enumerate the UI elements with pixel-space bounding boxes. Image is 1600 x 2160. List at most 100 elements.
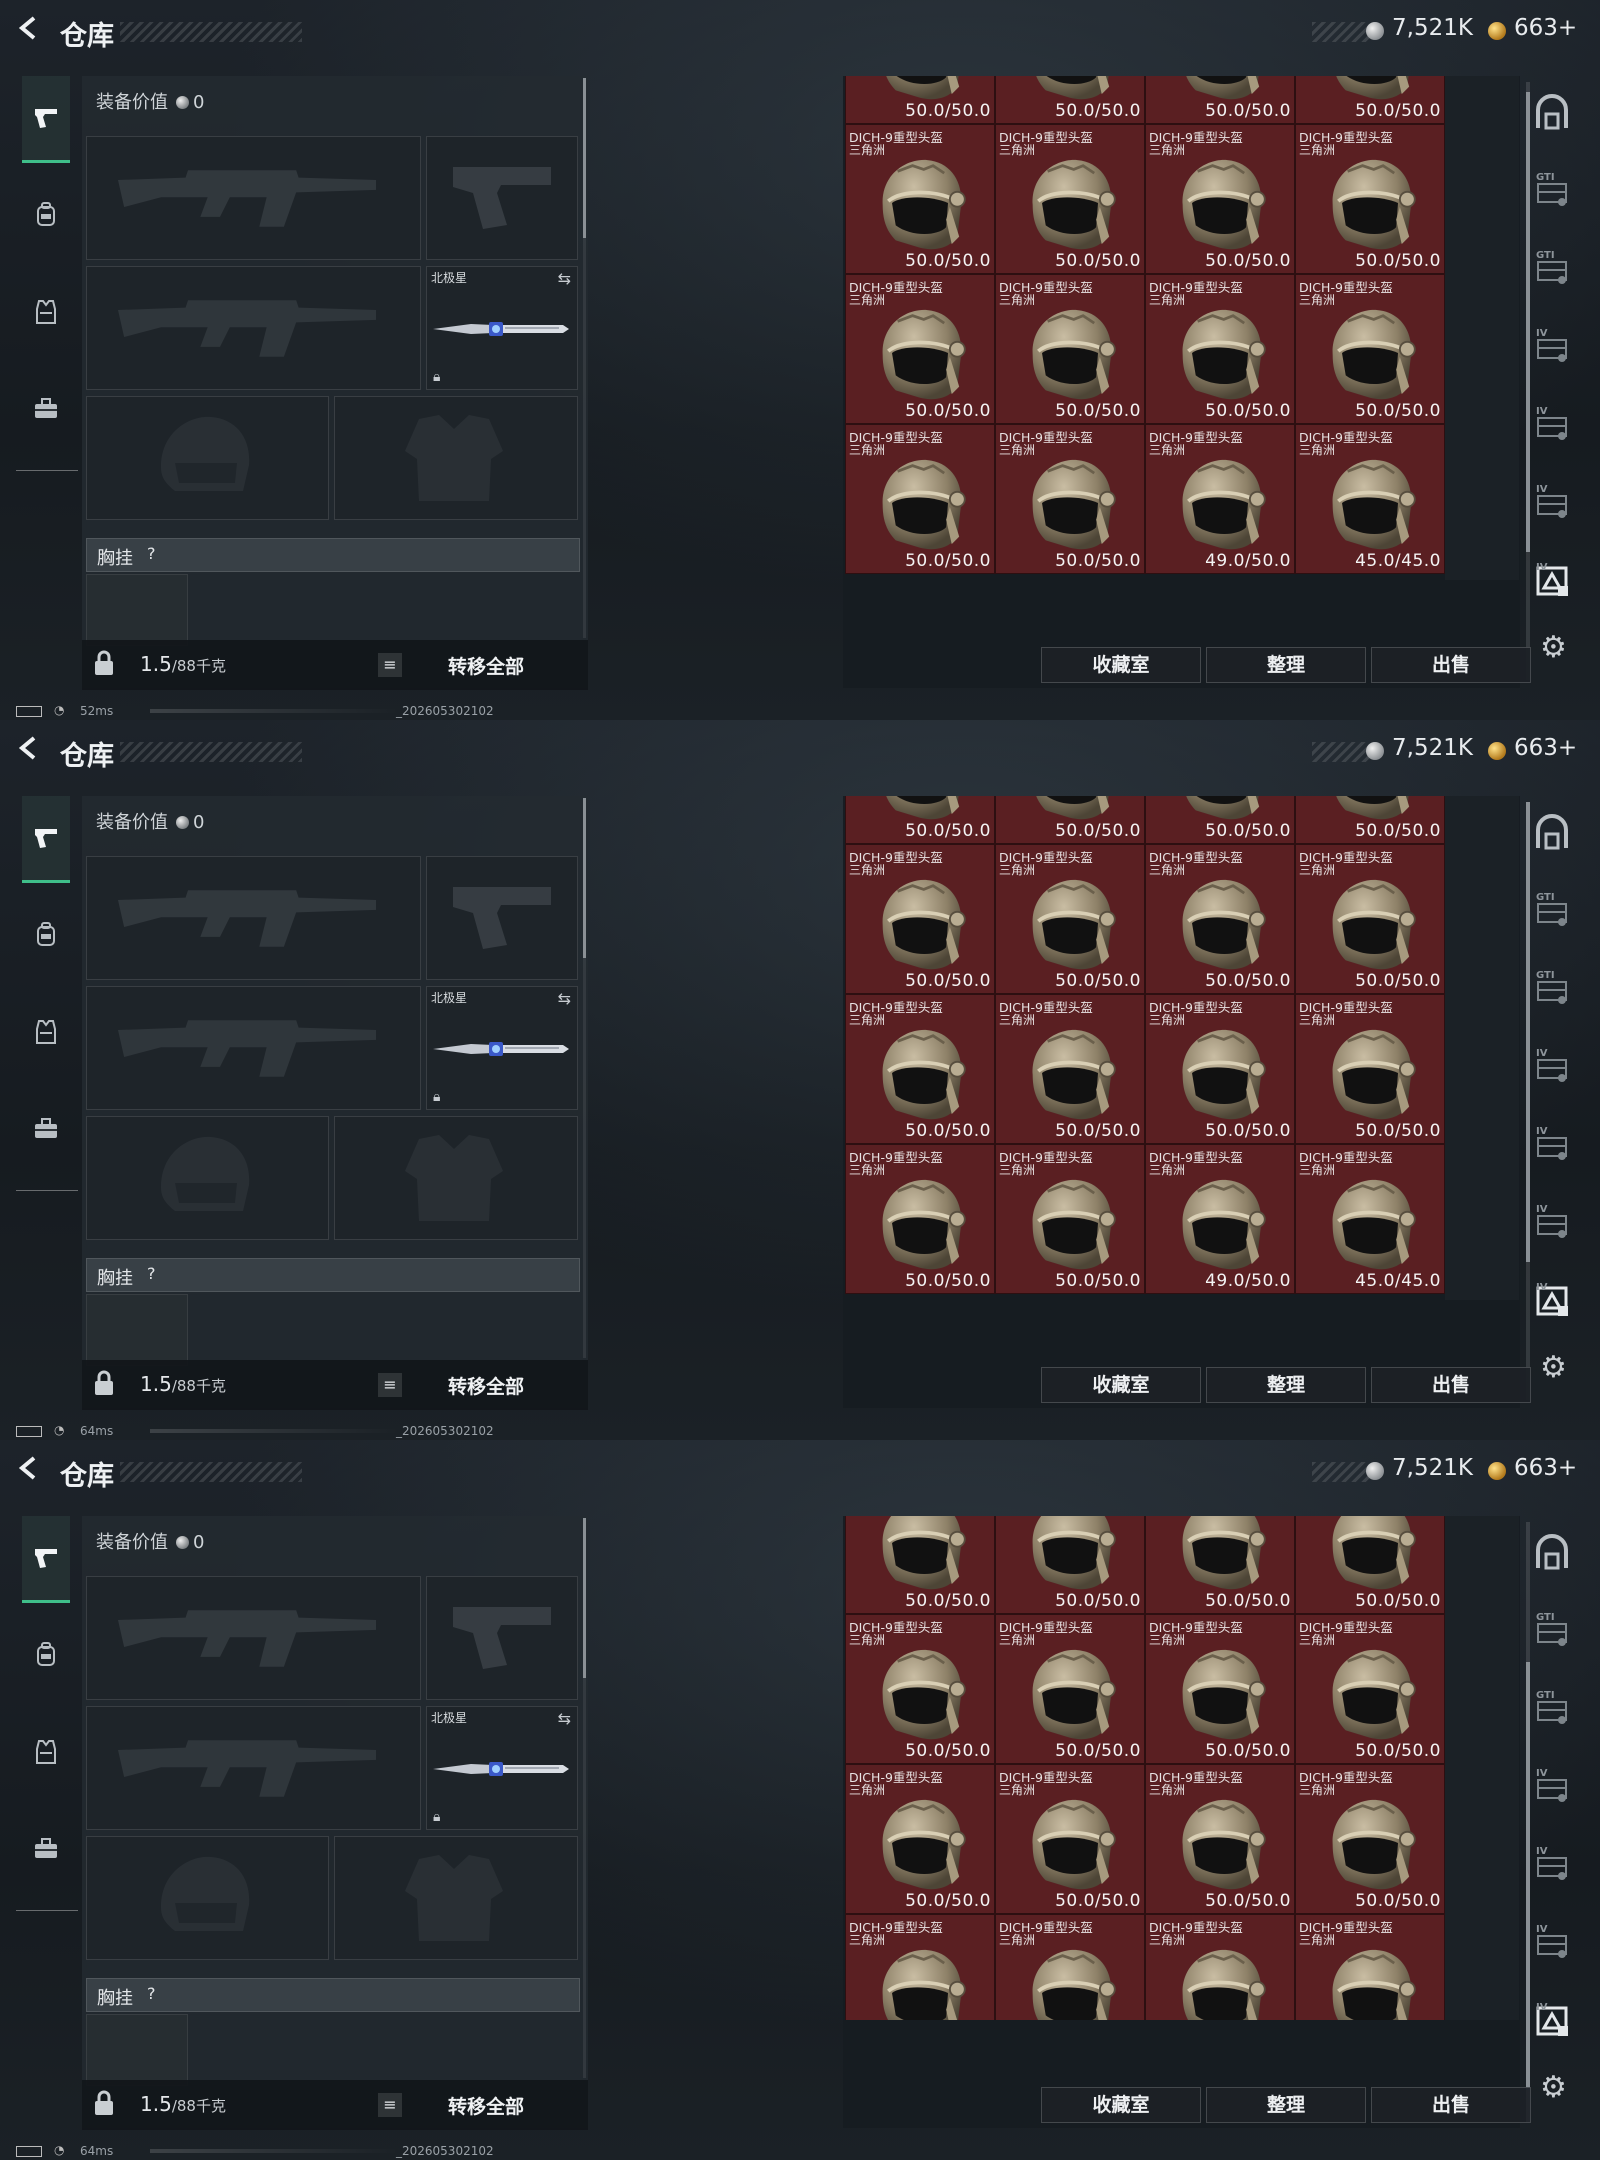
transfer-all-button[interactable]: 转移全部 <box>448 2092 524 2119</box>
helmet-slot[interactable] <box>86 1836 329 1960</box>
rail-tab-toolbox[interactable] <box>22 1087 70 1171</box>
chest-rig-header[interactable]: 胸挂 ? <box>86 538 580 572</box>
gold-currency-amount[interactable]: 663+ <box>1514 1455 1577 1481</box>
settings-gear-icon[interactable]: ⚙ <box>1540 2070 1567 2105</box>
stash-item-helmet[interactable]: DICH-9重型头盔 三角洲 49.0/50.0 <box>1145 1144 1295 1294</box>
rail-tab-vest[interactable] <box>22 1710 70 1794</box>
stash-item-helmet[interactable]: DICH-9重型头盔 三角洲 50.0/50.0 <box>1295 844 1445 994</box>
organize-button[interactable]: 整理 <box>1206 2087 1366 2123</box>
stash-item-helmet[interactable]: 50.0/50.0 <box>845 76 995 124</box>
iv-tab-2-icon[interactable]: IV <box>1532 404 1578 450</box>
helmet-slot[interactable] <box>86 396 329 520</box>
stash-item-helmet[interactable]: 50.0/50.0 <box>1295 76 1445 124</box>
sell-button[interactable]: 出售 <box>1371 1367 1531 1403</box>
rail-tab-vest[interactable] <box>22 990 70 1074</box>
stash-item-helmet[interactable]: DICH-9重型头盔 三角洲 50.0/50.0 <box>995 994 1145 1144</box>
collection-room-button[interactable]: 收藏室 <box>1041 2087 1201 2123</box>
back-arrow-icon[interactable] <box>14 734 44 764</box>
stash-item-helmet[interactable]: 50.0/50.0 <box>995 796 1145 844</box>
add-container-icon[interactable]: IV <box>1532 1280 1578 1326</box>
stash-scroll-thumb[interactable] <box>1526 92 1530 552</box>
secondary-weapon-slot[interactable] <box>86 986 421 1110</box>
stash-item-helmet[interactable]: DICH-9重型头盔 三角洲 50.0/50.0 <box>845 274 995 424</box>
stash-item-helmet[interactable]: DICH-9重型头盔 三角洲 50.0/50.0 <box>1145 1614 1295 1764</box>
list-icon[interactable]: ≡ <box>378 653 402 677</box>
stash-item-helmet[interactable]: DICH-9重型头盔 三角洲 50.0/50.0 <box>1145 274 1295 424</box>
organize-button[interactable]: 整理 <box>1206 1367 1366 1403</box>
stash-scroll-thumb[interactable] <box>1526 802 1530 1262</box>
stash-item-helmet[interactable]: 50.0/50.0 <box>1295 796 1445 844</box>
chest-rig-slot[interactable] <box>86 574 188 646</box>
iv-tab-1-icon[interactable]: IV <box>1532 326 1578 372</box>
gti-tab-1-icon[interactable]: GTI <box>1532 1610 1578 1656</box>
stash-item-helmet[interactable]: DICH-9重型头盔 三角洲 50.0/50.0 <box>845 994 995 1144</box>
gti-tab-2-icon[interactable]: GTI <box>1532 248 1578 294</box>
stash-item-helmet[interactable]: DICH-9重型头盔 三角洲 50.0/50.0 <box>1295 124 1445 274</box>
stash-item-helmet[interactable]: DICH-9重型头盔 三角洲 50.0/50.0 <box>845 844 995 994</box>
stash-item-helmet[interactable]: 50.0/50.0 <box>1145 796 1295 844</box>
gti-tab-1-icon[interactable]: GTI <box>1532 890 1578 936</box>
help-icon[interactable]: ? <box>147 1264 156 1283</box>
list-icon[interactable]: ≡ <box>378 2093 402 2117</box>
gti-tab-1-icon[interactable]: GTI <box>1532 170 1578 216</box>
stash-item-helmet[interactable]: DICH-9重型头盔 三角洲 50.0/50.0 <box>1145 1764 1295 1914</box>
body-armor-slot[interactable] <box>334 396 578 520</box>
settings-gear-icon[interactable]: ⚙ <box>1540 630 1567 665</box>
iv-tab-3-icon[interactable]: IV <box>1532 1202 1578 1248</box>
secondary-weapon-slot[interactable] <box>86 1706 421 1830</box>
stash-item-helmet[interactable]: DICH-9重型头盔 三角洲 50.0/50.0 <box>1295 994 1445 1144</box>
settings-gear-icon[interactable]: ⚙ <box>1540 1350 1567 1385</box>
swap-icon[interactable]: ⇆ <box>558 269 571 288</box>
back-arrow-icon[interactable] <box>14 14 44 44</box>
stash-item-helmet[interactable]: DICH-9重型头盔 三角洲 50.0/50.0 <box>1295 1614 1445 1764</box>
transfer-all-button[interactable]: 转移全部 <box>448 652 524 679</box>
transfer-all-button[interactable]: 转移全部 <box>448 1372 524 1399</box>
iv-tab-2-icon[interactable]: IV <box>1532 1124 1578 1170</box>
sell-button[interactable]: 出售 <box>1371 2087 1531 2123</box>
pistol-slot[interactable] <box>426 856 578 980</box>
collection-room-button[interactable]: 收藏室 <box>1041 647 1201 683</box>
helmet-slot[interactable] <box>86 1116 329 1240</box>
stash-item-helmet[interactable]: 50.0/50.0 <box>1145 1516 1295 1614</box>
rail-tab-toolbox[interactable] <box>22 367 70 451</box>
stash-scrollbar[interactable] <box>1526 802 1530 1400</box>
stash-scrollbar[interactable] <box>1526 82 1530 680</box>
stash-scroll-thumb[interactable] <box>1526 1662 1530 2122</box>
iv-tab-1-icon[interactable]: IV <box>1532 1766 1578 1812</box>
stash-item-helmet[interactable]: DICH-9重型头盔 三角洲 50.0/50.0 <box>845 1144 995 1294</box>
stash-item-helmet[interactable]: DICH-9重型头盔 三角洲 50.0/50.0 <box>845 124 995 274</box>
stash-item-helmet[interactable]: DICH-9重型头盔 三角洲 50.0/50.0 <box>845 1614 995 1764</box>
stash-item-helmet[interactable]: DICH-9重型头盔 三角洲 50.0/50.0 <box>995 124 1145 274</box>
silver-currency-amount[interactable]: 7,521K <box>1392 1455 1473 1481</box>
stash-grid-empty-column[interactable] <box>1445 76 1519 580</box>
stash-item-helmet[interactable]: DICH-9重型头盔 三角洲 50.0/50.0 <box>1145 844 1295 994</box>
iv-tab-2-icon[interactable]: IV <box>1532 1844 1578 1890</box>
lock-icon[interactable] <box>92 1370 116 1398</box>
silver-currency-amount[interactable]: 7,521K <box>1392 15 1473 41</box>
helmet-tab-icon[interactable] <box>1532 1532 1578 1578</box>
stash-item-helmet[interactable]: 50.0/50.0 <box>845 796 995 844</box>
iv-tab-1-icon[interactable]: IV <box>1532 1046 1578 1092</box>
chest-rig-slot[interactable] <box>86 1294 188 1366</box>
stash-item-helmet[interactable]: 50.0/50.0 <box>995 1516 1145 1614</box>
rail-tab-pistol[interactable] <box>22 76 70 163</box>
equipment-scrollbar[interactable] <box>583 78 586 638</box>
equipment-scroll-thumb[interactable] <box>583 78 586 238</box>
stash-item-helmet[interactable]: 50.0/50.0 <box>1295 1516 1445 1614</box>
stash-item-helmet[interactable]: DICH-9重型头盔 三角洲 50.0/50.0 <box>1295 274 1445 424</box>
rail-tab-pistol[interactable] <box>22 796 70 883</box>
stash-item-helmet[interactable]: DICH-9重型头盔 三角洲 45.0/45.0 <box>1295 1144 1445 1294</box>
stash-item-helmet[interactable]: 50.0/50.0 <box>845 1516 995 1614</box>
rail-tab-backpack[interactable] <box>22 1613 70 1697</box>
sell-button[interactable]: 出售 <box>1371 647 1531 683</box>
gold-currency-amount[interactable]: 663+ <box>1514 735 1577 761</box>
stash-grid-empty-column[interactable] <box>1445 796 1519 1300</box>
add-container-icon[interactable]: IV <box>1532 2000 1578 2046</box>
swap-icon[interactable]: ⇆ <box>558 989 571 1008</box>
iv-tab-3-icon[interactable]: IV <box>1532 482 1578 528</box>
pistol-slot[interactable] <box>426 1576 578 1700</box>
primary-weapon-slot[interactable] <box>86 1576 421 1700</box>
body-armor-slot[interactable] <box>334 1836 578 1960</box>
stash-item-helmet[interactable]: DICH-9重型头盔 三角洲 50.0/50.0 <box>995 424 1145 574</box>
list-icon[interactable]: ≡ <box>378 1373 402 1397</box>
